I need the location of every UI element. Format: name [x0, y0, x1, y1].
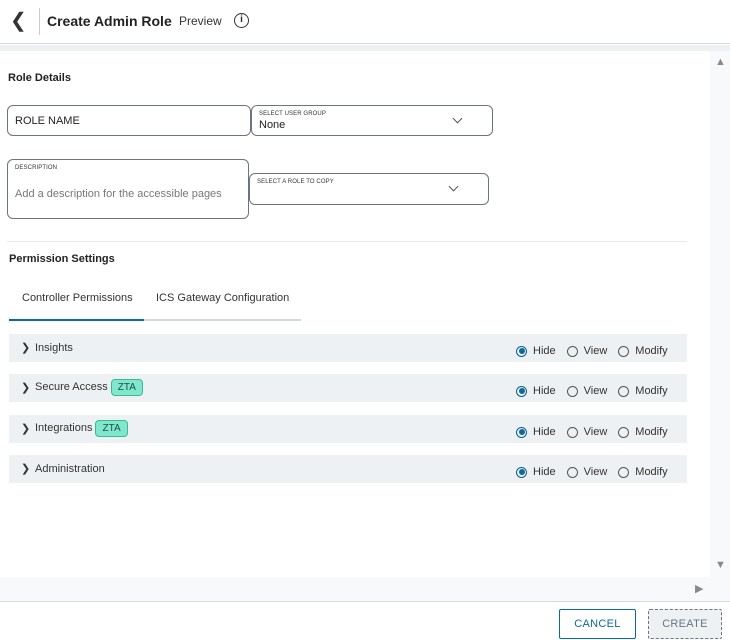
- radio-label: Modify: [635, 426, 668, 438]
- chevron-down-icon: [448, 181, 459, 192]
- tab-controller-permissions[interactable]: Controller Permissions: [22, 292, 133, 304]
- radio-icon[interactable]: [566, 345, 578, 357]
- radio-hide[interactable]: Hide: [516, 345, 556, 357]
- radio-icon[interactable]: [618, 385, 630, 397]
- radio-modify[interactable]: Modify: [618, 426, 668, 438]
- radio-modify[interactable]: Modify: [618, 345, 668, 357]
- radio-view[interactable]: View: [566, 426, 608, 438]
- scroll-down-icon[interactable]: ▼: [715, 559, 726, 571]
- create-button[interactable]: CREATE: [648, 609, 722, 639]
- zta-badge: ZTA: [95, 420, 128, 437]
- chevron-right-icon[interactable]: ❯: [21, 341, 30, 354]
- permission-radio-group: Hide View Modify: [516, 466, 668, 478]
- chevron-right-icon[interactable]: ❯: [21, 381, 30, 394]
- radio-modify[interactable]: Modify: [618, 385, 668, 397]
- radio-label: Modify: [635, 466, 668, 478]
- radio-view[interactable]: View: [566, 345, 608, 357]
- radio-label: View: [583, 466, 608, 478]
- chevron-right-icon[interactable]: ❯: [21, 422, 30, 435]
- radio-modify[interactable]: Modify: [618, 466, 668, 478]
- radio-label: Modify: [635, 345, 668, 357]
- user-group-value: None: [259, 119, 286, 131]
- horizontal-scrollbar[interactable]: ▶: [0, 577, 730, 601]
- cancel-button[interactable]: CANCEL: [559, 609, 636, 639]
- radio-label: Hide: [533, 426, 556, 438]
- header: ❮ Create Admin Role Preview i: [0, 0, 730, 44]
- footer-divider: [0, 601, 730, 602]
- zta-badge: ZTA: [110, 379, 143, 396]
- divider: [39, 8, 40, 35]
- permission-settings-heading: Permission Settings: [9, 253, 115, 265]
- copy-role-label: SELECT A ROLE TO COPY: [257, 179, 334, 185]
- permission-row[interactable]: ❯ Administration Hide View Modify: [9, 455, 687, 483]
- permission-row-label: Integrations: [35, 422, 93, 434]
- chevron-down-icon: [452, 113, 463, 124]
- radio-icon[interactable]: [516, 466, 527, 478]
- permission-row[interactable]: ❯ Integrations ZTA Hide View Modify: [9, 415, 687, 443]
- radio-label: View: [583, 345, 608, 357]
- permission-row-label: Secure Access: [35, 381, 108, 393]
- user-group-label: SELECT USER GROUP: [259, 111, 326, 117]
- permission-radio-group: Hide View Modify: [516, 385, 668, 397]
- radio-icon[interactable]: [566, 426, 578, 438]
- radio-view[interactable]: View: [566, 385, 608, 397]
- description-placeholder: Add a description for the accessible pag…: [15, 188, 222, 200]
- radio-label: Hide: [533, 466, 556, 478]
- permission-row-label: Administration: [35, 463, 105, 475]
- page-title: Create Admin Role: [47, 13, 172, 29]
- radio-icon[interactable]: [566, 466, 578, 478]
- permission-radio-group: Hide View Modify: [516, 345, 668, 357]
- radio-icon[interactable]: [618, 345, 630, 357]
- description-input[interactable]: DESCRIPTION Add a description for the ac…: [7, 159, 249, 219]
- header-band: [0, 45, 730, 51]
- radio-hide[interactable]: Hide: [516, 385, 556, 397]
- info-icon[interactable]: i: [234, 13, 249, 28]
- scroll-right-icon[interactable]: ▶: [695, 582, 703, 595]
- role-name-input[interactable]: ROLE NAME: [7, 105, 251, 136]
- permission-radio-group: Hide View Modify: [516, 426, 668, 438]
- permission-row[interactable]: ❯ Secure Access ZTA Hide View Modify: [9, 374, 687, 402]
- radio-icon[interactable]: [516, 345, 527, 357]
- radio-icon[interactable]: [516, 426, 527, 438]
- copy-role-select[interactable]: SELECT A ROLE TO COPY: [249, 173, 489, 205]
- tab-ics-gateway-configuration[interactable]: ICS Gateway Configuration: [156, 292, 289, 304]
- tab-active-indicator: [9, 319, 144, 321]
- role-name-placeholder: ROLE NAME: [15, 115, 80, 127]
- radio-icon[interactable]: [516, 385, 527, 397]
- radio-label: View: [583, 385, 608, 397]
- back-icon[interactable]: ❮: [10, 11, 30, 31]
- scroll-up-icon[interactable]: ▲: [715, 56, 726, 68]
- divider: [7, 241, 687, 242]
- radio-label: Hide: [533, 385, 556, 397]
- permission-row-label: Insights: [35, 342, 73, 354]
- preview-link[interactable]: Preview: [179, 14, 222, 28]
- radio-icon[interactable]: [566, 385, 578, 397]
- radio-icon[interactable]: [618, 466, 630, 478]
- radio-label: View: [583, 426, 608, 438]
- permission-row[interactable]: ❯ Insights Hide View Modify: [9, 334, 687, 362]
- chevron-right-icon[interactable]: ❯: [21, 462, 30, 475]
- role-details-heading: Role Details: [8, 72, 71, 84]
- radio-hide[interactable]: Hide: [516, 466, 556, 478]
- radio-icon[interactable]: [618, 426, 630, 438]
- radio-label: Hide: [533, 345, 556, 357]
- radio-label: Modify: [635, 385, 668, 397]
- radio-view[interactable]: View: [566, 466, 608, 478]
- user-group-select[interactable]: SELECT USER GROUP None: [251, 105, 493, 136]
- description-label: DESCRIPTION: [15, 165, 58, 171]
- radio-hide[interactable]: Hide: [516, 426, 556, 438]
- vertical-scrollbar[interactable]: ▲ ▼: [710, 51, 730, 577]
